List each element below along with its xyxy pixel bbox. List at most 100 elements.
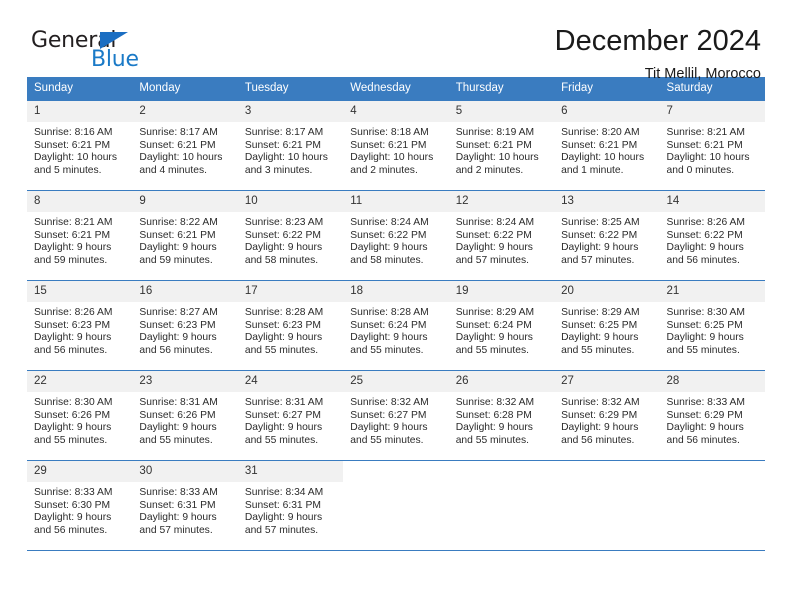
calendar-day-cell[interactable]: 16 Sunrise: 8:27 AM Sunset: 6:23 PM Dayligh…	[132, 280, 238, 371]
daylight-text: Daylight: 9 hours and 57 minutes.	[244, 512, 323, 536]
calendar-day-cell[interactable]: 23 Sunrise: 8:31 AM Sunset: 6:26 PM Dayligh…	[132, 370, 238, 461]
calendar-day-cell[interactable]: 26 Sunrise: 8:32 AM Sunset: 6:28 PM Dayligh…	[448, 370, 555, 461]
sunrise-text: Sunrise: 8:28 AM	[350, 307, 429, 318]
daylight-text: Daylight: 9 hours and 58 minutes.	[350, 242, 428, 266]
calendar-day-cell[interactable]: 7 Sunrise: 8:21 AM Sunset: 6:21 PM Daylight…	[659, 100, 765, 191]
calendar-day-cell[interactable]: 28 Sunrise: 8:33 AM Sunset: 6:29 PM Dayligh…	[659, 370, 765, 461]
sunset-text: Sunset: 6:22 PM	[666, 229, 743, 241]
sunrise-text: Sunrise: 8:17 AM	[139, 127, 218, 138]
day-details: Sunrise: 8:32 AM Sunset: 6:28 PM Daylight:…	[449, 392, 554, 447]
day-number: 16	[132, 281, 238, 302]
calendar-day-cell[interactable]: 27 Sunrise: 8:32 AM Sunset: 6:29 PM Dayligh…	[554, 370, 660, 461]
calendar-day-cell[interactable]: 18 Sunrise: 8:28 AM Sunset: 6:24 PM Dayligh…	[343, 280, 449, 371]
sunrise-text: Sunrise: 8:30 AM	[34, 397, 113, 408]
day-details: Sunrise: 8:26 AM Sunset: 6:22 PM Daylight:…	[660, 212, 765, 267]
title-block: December 2024 Tit Mellil, Morocco	[555, 24, 761, 84]
day-number	[554, 461, 660, 482]
day-number: 30	[132, 461, 238, 482]
calendar-day-cell[interactable]: 2 Sunrise: 8:17 AM Sunset: 6:21 PM Daylight…	[132, 100, 238, 191]
daylight-text: Daylight: 9 hours and 59 minutes.	[139, 242, 217, 266]
sunset-text: Sunset: 6:29 PM	[666, 409, 743, 421]
day-details: Sunrise: 8:31 AM Sunset: 6:27 PM Daylight:…	[238, 392, 343, 447]
daylight-text: Daylight: 9 hours and 56 minutes.	[139, 332, 217, 356]
day-number: 31	[237, 461, 344, 482]
calendar-day-cell[interactable]: 8 Sunrise: 8:21 AM Sunset: 6:21 PM Daylight…	[27, 190, 133, 281]
daylight-text: Daylight: 9 hours and 55 minutes.	[244, 332, 323, 356]
day-number: 27	[554, 371, 660, 392]
day-details: Sunrise: 8:33 AM Sunset: 6:30 PM Daylight:…	[27, 482, 132, 537]
sunset-text: Sunset: 6:25 PM	[561, 319, 638, 331]
calendar-day-cell[interactable]: 29 Sunrise: 8:33 AM Sunset: 6:30 PM Dayligh…	[27, 460, 133, 551]
day-number: 25	[343, 371, 449, 392]
sunrise-text: Sunrise: 8:31 AM	[244, 397, 324, 408]
calendar-day-cell[interactable]: 13 Sunrise: 8:25 AM Sunset: 6:22 PM Dayligh…	[554, 190, 660, 281]
calendar-day-cell[interactable]: 14 Sunrise: 8:26 AM Sunset: 6:22 PM Dayligh…	[659, 190, 765, 281]
daylight-text: Daylight: 10 hours and 1 minute.	[561, 152, 645, 176]
daylight-text: Daylight: 9 hours and 56 minutes.	[34, 332, 112, 356]
day-details: Sunrise: 8:33 AM Sunset: 6:31 PM Daylight:…	[132, 482, 237, 537]
sunset-text: Sunset: 6:21 PM	[34, 229, 111, 241]
sunrise-text: Sunrise: 8:21 AM	[666, 127, 745, 138]
day-number: 21	[659, 281, 765, 302]
daylight-text: Daylight: 9 hours and 55 minutes.	[139, 422, 217, 446]
calendar-day-cell[interactable]: 9 Sunrise: 8:22 AM Sunset: 6:21 PM Daylight…	[132, 190, 238, 281]
calendar-day-cell-empty	[659, 460, 765, 551]
day-number: 6	[554, 101, 660, 122]
calendar-day-cell[interactable]: 4 Sunrise: 8:18 AM Sunset: 6:21 PM Daylight…	[343, 100, 449, 191]
day-details: Sunrise: 8:31 AM Sunset: 6:26 PM Daylight:…	[132, 392, 237, 447]
calendar-day-cell[interactable]: 25 Sunrise: 8:32 AM Sunset: 6:27 PM Dayligh…	[343, 370, 449, 461]
sunrise-text: Sunrise: 8:17 AM	[244, 127, 324, 138]
daylight-text: Daylight: 9 hours and 57 minutes.	[455, 242, 533, 266]
calendar-day-cell[interactable]: 12 Sunrise: 8:24 AM Sunset: 6:22 PM Dayligh…	[448, 190, 555, 281]
sunset-text: Sunset: 6:28 PM	[455, 409, 532, 421]
day-number: 2	[132, 101, 238, 122]
day-number: 5	[448, 101, 555, 122]
daylight-text: Daylight: 10 hours and 2 minutes.	[455, 152, 539, 176]
calendar-day-cell[interactable]: 5 Sunrise: 8:19 AM Sunset: 6:21 PM Daylight…	[448, 100, 555, 191]
day-details: Sunrise: 8:16 AM Sunset: 6:21 PM Daylight:…	[27, 122, 132, 177]
page-header: General Blue December 2024 Tit Mellil, M…	[27, 0, 765, 82]
calendar-day-cell[interactable]: 20 Sunrise: 8:29 AM Sunset: 6:25 PM Dayligh…	[554, 280, 660, 371]
calendar-day-cell[interactable]: 17 Sunrise: 8:28 AM Sunset: 6:23 PM Dayligh…	[237, 280, 344, 371]
sunrise-text: Sunrise: 8:26 AM	[34, 307, 113, 318]
calendar-day-cell[interactable]: 24 Sunrise: 8:31 AM Sunset: 6:27 PM Dayligh…	[237, 370, 344, 461]
day-number: 24	[237, 371, 344, 392]
day-details: Sunrise: 8:27 AM Sunset: 6:23 PM Daylight:…	[132, 302, 237, 357]
sunrise-text: Sunrise: 8:28 AM	[244, 307, 324, 318]
day-number	[448, 461, 555, 482]
day-number: 15	[27, 281, 133, 302]
sunrise-text: Sunrise: 8:19 AM	[455, 127, 535, 138]
calendar-table: Sunday Monday Tuesday Wednesday Thursday Frid…	[27, 77, 765, 551]
calendar-day-cell[interactable]: 19 Sunrise: 8:29 AM Sunset: 6:24 PM Dayligh…	[448, 280, 555, 371]
calendar-day-cell[interactable]: 30 Sunrise: 8:33 AM Sunset: 6:31 PM Dayligh…	[132, 460, 238, 551]
calendar-day-cell-empty	[448, 460, 555, 551]
sunset-text: Sunset: 6:21 PM	[666, 139, 743, 151]
sunrise-text: Sunrise: 8:22 AM	[139, 217, 218, 228]
day-number: 11	[343, 191, 449, 212]
daylight-text: Daylight: 9 hours and 55 minutes.	[34, 422, 112, 446]
sunset-text: Sunset: 6:21 PM	[561, 139, 638, 151]
calendar-day-cell[interactable]: 31 Sunrise: 8:34 AM Sunset: 6:31 PM Dayligh…	[237, 460, 344, 551]
calendar-day-cell[interactable]: 15 Sunrise: 8:26 AM Sunset: 6:23 PM Dayligh…	[27, 280, 133, 371]
calendar-day-cell[interactable]: 21 Sunrise: 8:30 AM Sunset: 6:25 PM Dayligh…	[659, 280, 765, 371]
sunset-text: Sunset: 6:23 PM	[244, 319, 321, 331]
calendar-day-cell[interactable]: 3 Sunrise: 8:17 AM Sunset: 6:21 PM Daylight…	[237, 100, 344, 191]
day-details: Sunrise: 8:18 AM Sunset: 6:21 PM Daylight:…	[343, 122, 448, 177]
day-number: 13	[554, 191, 660, 212]
day-details: Sunrise: 8:30 AM Sunset: 6:25 PM Daylight:…	[660, 302, 765, 357]
daylight-text: Daylight: 10 hours and 3 minutes.	[244, 152, 328, 176]
day-details: Sunrise: 8:26 AM Sunset: 6:23 PM Daylight:…	[27, 302, 132, 357]
sunset-text: Sunset: 6:27 PM	[244, 409, 321, 421]
general-blue-logo[interactable]: General Blue	[31, 28, 211, 76]
calendar-week-row: 1 Sunrise: 8:16 AM Sunset: 6:21 PM Daylight…	[27, 100, 765, 191]
day-number	[343, 461, 449, 482]
sunrise-text: Sunrise: 8:26 AM	[666, 217, 745, 228]
calendar-day-cell[interactable]: 6 Sunrise: 8:20 AM Sunset: 6:21 PM Daylight…	[554, 100, 660, 191]
calendar-day-cell[interactable]: 10 Sunrise: 8:23 AM Sunset: 6:22 PM Dayligh…	[237, 190, 344, 281]
calendar-day-cell[interactable]: 11 Sunrise: 8:24 AM Sunset: 6:22 PM Dayligh…	[343, 190, 449, 281]
day-details: Sunrise: 8:29 AM Sunset: 6:24 PM Daylight:…	[449, 302, 554, 357]
sunset-text: Sunset: 6:21 PM	[139, 229, 216, 241]
calendar-day-cell[interactable]: 22 Sunrise: 8:30 AM Sunset: 6:26 PM Dayligh…	[27, 370, 133, 461]
calendar-day-cell[interactable]: 1 Sunrise: 8:16 AM Sunset: 6:21 PM Daylight…	[27, 100, 133, 191]
daylight-text: Daylight: 10 hours and 5 minutes.	[34, 152, 117, 176]
